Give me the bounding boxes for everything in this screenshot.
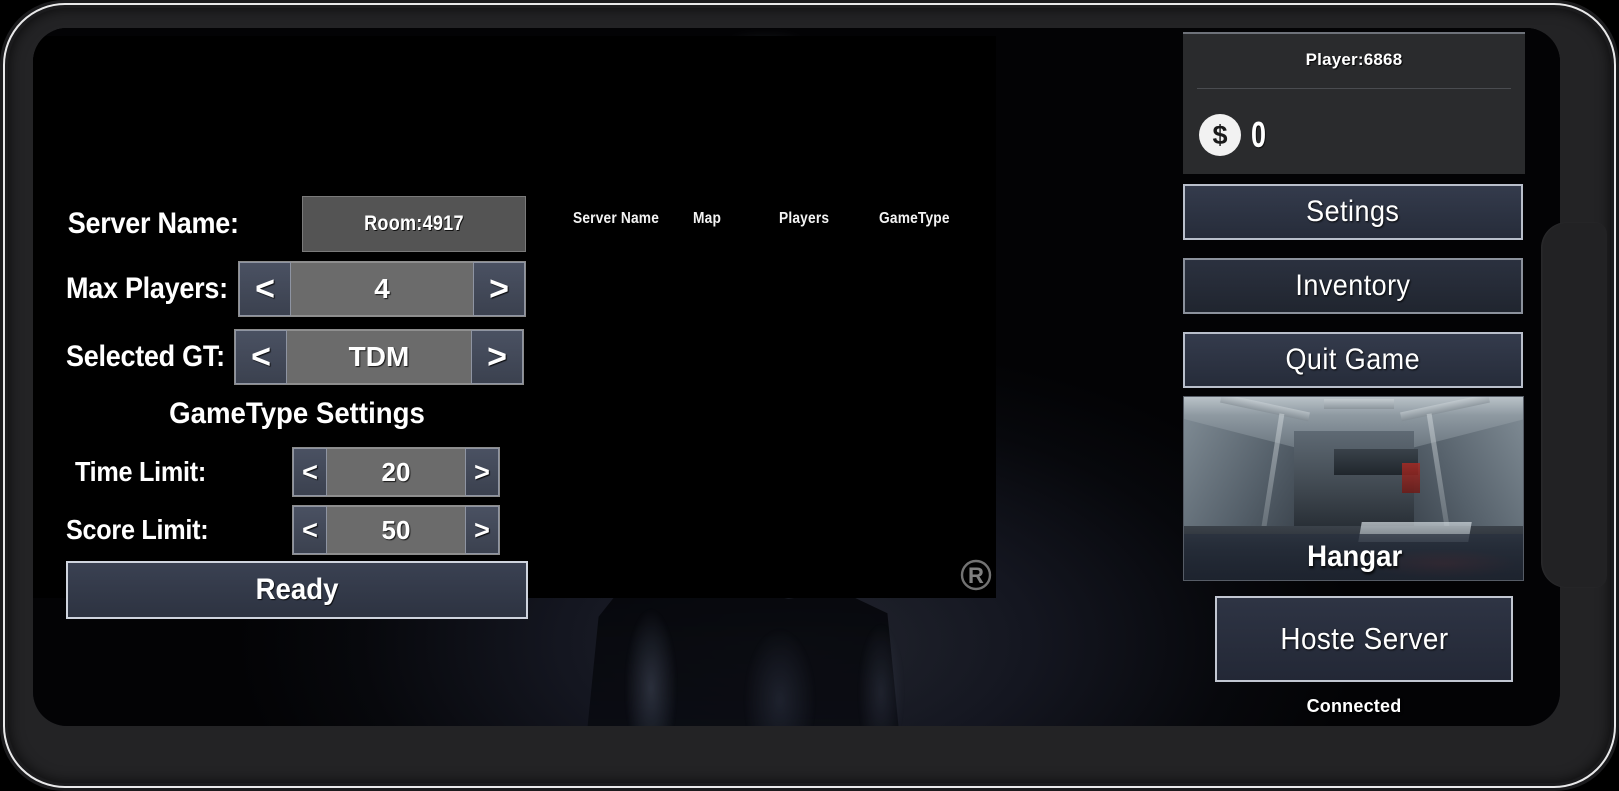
selected-gametype-label: Selected GT:	[66, 340, 225, 373]
inventory-button-label: Inventory	[1295, 269, 1411, 302]
time-limit-row: Time Limit: < 20 >	[66, 445, 528, 499]
settings-button-label: Setings	[1306, 195, 1400, 228]
score-limit-label: Score Limit:	[66, 514, 209, 545]
quit-game-button[interactable]: Quit Game	[1183, 332, 1523, 388]
hangar-skylight-icon	[1220, 397, 1310, 422]
time-limit-stepper: < 20 >	[292, 447, 500, 497]
hangar-skylight-icon	[1324, 399, 1394, 409]
device-side-button[interactable]	[1541, 222, 1607, 588]
server-name-row: Server Name: Room:4917	[66, 193, 528, 255]
host-server-button[interactable]: Hoste Server	[1215, 596, 1513, 682]
player-info-box: Player:6868 $ 0	[1183, 32, 1525, 174]
score-limit-row: Score Limit: < 50 >	[66, 503, 528, 557]
device-frame: Server Name Map Players GameType R Serve…	[0, 0, 1619, 791]
selected-gametype-row: Selected GT: < TDM >	[66, 329, 528, 385]
match-settings-panel: Server Name: Room:4917 Max Players: < 4 …	[66, 193, 528, 621]
column-header-players: Players	[779, 210, 830, 227]
score-limit-value: 50	[327, 506, 465, 554]
sidebar: Player:6868 $ 0 Setings Inventory Quit G…	[1183, 32, 1528, 726]
hangar-back-wall	[1294, 431, 1414, 531]
score-limit-stepper: < 50 >	[292, 505, 500, 555]
ready-button-label: Ready	[255, 573, 339, 606]
time-limit-next-button[interactable]: >	[465, 448, 499, 496]
gametype-settings-title: GameType Settings	[169, 397, 425, 430]
settings-button[interactable]: Setings	[1183, 184, 1523, 240]
time-limit-value: 20	[327, 448, 465, 496]
selected-gametype-value: TDM	[287, 330, 471, 384]
max-players-label: Max Players:	[66, 272, 228, 305]
server-name-value: Room:4917	[364, 212, 464, 235]
dollar-coin-icon: $	[1199, 114, 1241, 156]
hangar-skylight-icon	[1400, 397, 1490, 422]
column-header-gametype: GameType	[879, 210, 950, 227]
selected-gametype-prev-button[interactable]: <	[235, 330, 287, 384]
quit-game-button-label: Quit Game	[1285, 343, 1421, 376]
max-players-row: Max Players: < 4 >	[66, 261, 528, 317]
time-limit-prev-button[interactable]: <	[293, 448, 327, 496]
map-name: Hangar	[1306, 540, 1403, 573]
currency-value: 0	[1251, 114, 1266, 155]
max-players-next-button[interactable]: >	[473, 262, 525, 316]
map-selector-card[interactable]: Hangar	[1183, 396, 1524, 581]
currency-row: $ 0	[1199, 114, 1270, 156]
selected-gametype-next-button[interactable]: >	[471, 330, 523, 384]
column-header-map: Map	[693, 210, 722, 227]
game-screen: Server Name Map Players GameType R Serve…	[33, 28, 1560, 726]
player-name: Player:6868	[1305, 50, 1403, 69]
server-list-header: Server Name Map Players GameType	[573, 202, 993, 236]
server-name-label: Server Name:	[67, 207, 239, 240]
connection-status: Connected	[1306, 696, 1402, 716]
score-limit-prev-button[interactable]: <	[293, 506, 327, 554]
score-limit-next-button[interactable]: >	[465, 506, 499, 554]
inventory-button[interactable]: Inventory	[1183, 258, 1523, 314]
svg-text:R: R	[968, 563, 984, 588]
time-limit-label: Time Limit:	[75, 456, 206, 487]
max-players-value: 4	[291, 262, 473, 316]
selected-gametype-stepper: < TDM >	[234, 329, 524, 385]
column-header-server-name: Server Name	[573, 210, 660, 227]
r-circle-logo-icon: R	[959, 558, 993, 592]
map-name-bar: Hangar	[1184, 534, 1523, 580]
max-players-prev-button[interactable]: <	[239, 262, 291, 316]
hangar-red-marker	[1402, 463, 1420, 493]
host-server-button-label: Hoste Server	[1279, 621, 1449, 656]
player-divider	[1197, 88, 1511, 89]
ready-button[interactable]: Ready	[66, 561, 528, 619]
server-name-input[interactable]: Room:4917	[302, 196, 526, 252]
server-list-body[interactable]	[533, 236, 993, 586]
max-players-stepper: < 4 >	[238, 261, 526, 317]
